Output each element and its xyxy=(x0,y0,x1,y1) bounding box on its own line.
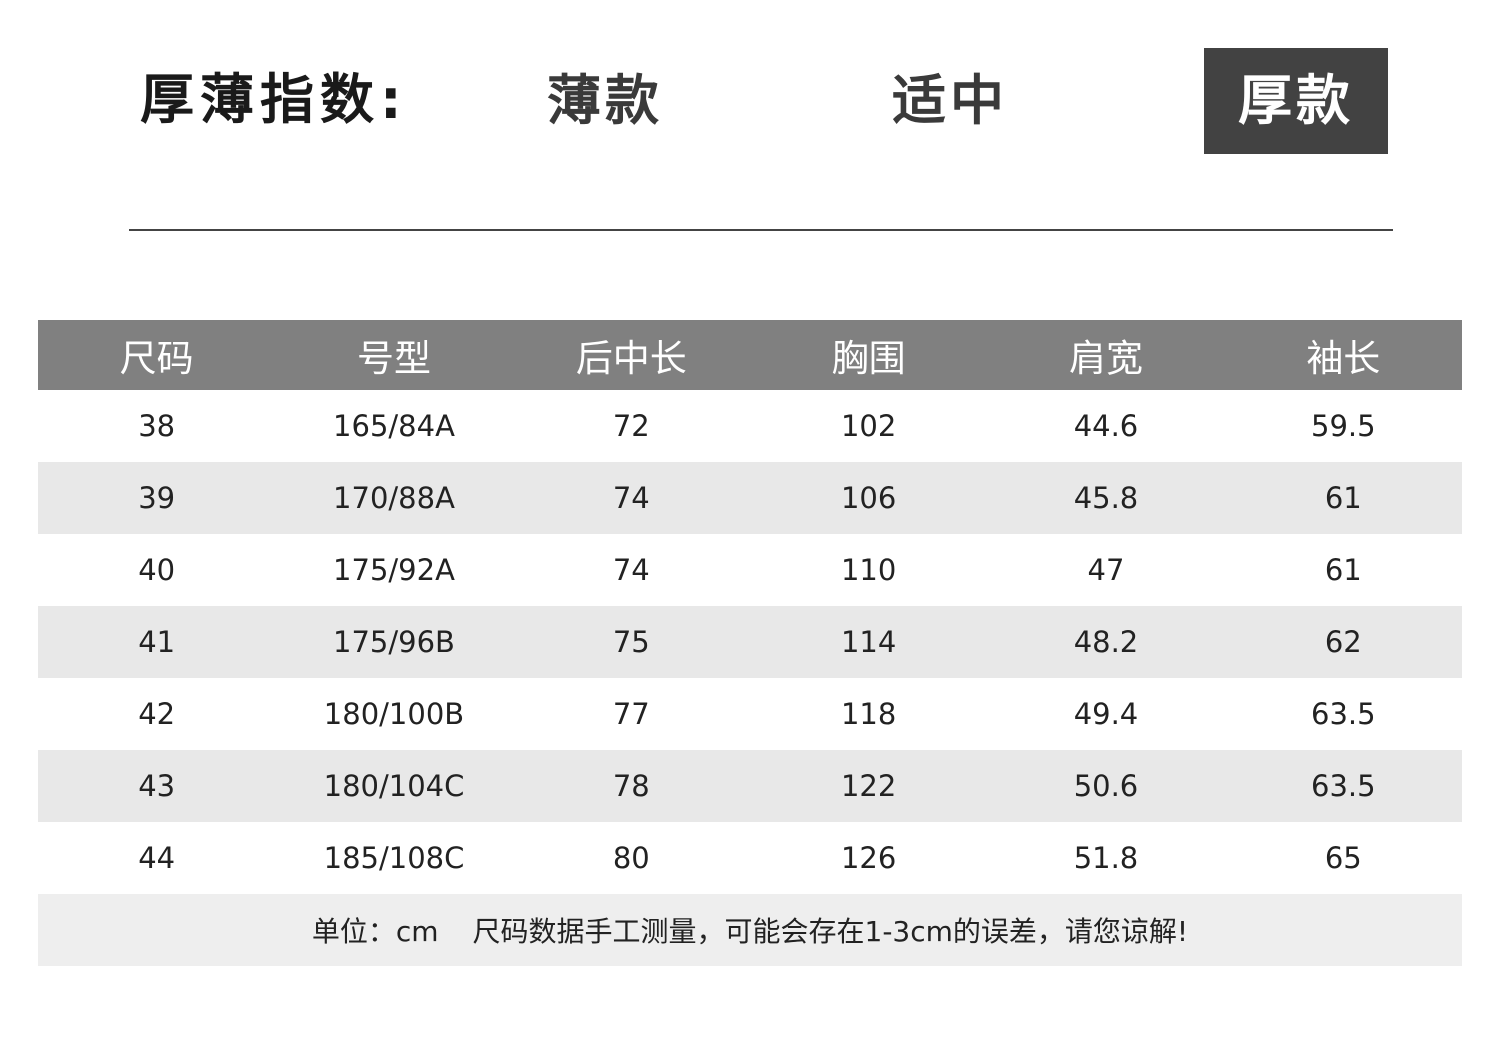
cell-size: 43 xyxy=(38,750,276,822)
cell-sleeve: 62 xyxy=(1224,606,1462,678)
cell-shoulder: 50.6 xyxy=(987,750,1225,822)
table-row: 38 165/84A 72 102 44.6 59.5 xyxy=(38,390,1462,462)
thickness-option-medium: 适中 xyxy=(892,69,1008,132)
header-sleeve: 袖长 xyxy=(1224,320,1462,390)
unit-label: 单位：cm xyxy=(311,915,439,948)
cell-size: 44 xyxy=(38,822,276,894)
thickness-index: 厚薄指数: 薄款 适中 厚款 xyxy=(0,48,1500,154)
table-row: 41 175/96B 75 114 48.2 62 xyxy=(38,606,1462,678)
measurement-disclaimer: 尺码数据手工测量，可能会存在1-3cm的误差，请您谅解! xyxy=(472,915,1189,948)
cell-shoulder: 49.4 xyxy=(987,678,1225,750)
cell-back-length: 77 xyxy=(512,678,750,750)
cell-fit-code: 175/96B xyxy=(275,606,513,678)
cell-size: 41 xyxy=(38,606,276,678)
cell-fit-code: 175/92A xyxy=(275,534,513,606)
size-chart-table: 尺码 号型 后中长 胸围 肩宽 袖长 38 165/84A 72 102 44.… xyxy=(38,320,1462,966)
cell-size: 39 xyxy=(38,462,276,534)
cell-fit-code: 165/84A xyxy=(275,390,513,462)
cell-size: 38 xyxy=(38,390,276,462)
header-back-length: 后中长 xyxy=(512,320,750,390)
table-row: 42 180/100B 77 118 49.4 63.5 xyxy=(38,678,1462,750)
header-size: 尺码 xyxy=(38,320,276,390)
measurement-note: 单位：cm 尺码数据手工测量，可能会存在1-3cm的误差，请您谅解! xyxy=(38,894,1462,966)
cell-fit-code: 185/108C xyxy=(275,822,513,894)
cell-shoulder: 48.2 xyxy=(987,606,1225,678)
cell-size: 40 xyxy=(38,534,276,606)
cell-chest: 118 xyxy=(749,678,988,750)
cell-fit-code: 180/100B xyxy=(275,678,513,750)
cell-sleeve: 61 xyxy=(1224,462,1462,534)
cell-chest: 110 xyxy=(749,534,988,606)
cell-sleeve: 63.5 xyxy=(1224,750,1462,822)
cell-fit-code: 170/88A xyxy=(275,462,513,534)
table-row: 40 175/92A 74 110 47 61 xyxy=(38,534,1462,606)
table-header-row: 尺码 号型 后中长 胸围 肩宽 袖长 xyxy=(38,320,1462,390)
divider-line xyxy=(129,229,1393,231)
table-row: 44 185/108C 80 126 51.8 65 xyxy=(38,822,1462,894)
cell-back-length: 80 xyxy=(512,822,750,894)
cell-back-length: 72 xyxy=(512,390,750,462)
measurement-note-row: 单位：cm 尺码数据手工测量，可能会存在1-3cm的误差，请您谅解! xyxy=(38,894,1462,966)
table-row: 43 180/104C 78 122 50.6 63.5 xyxy=(38,750,1462,822)
cell-shoulder: 44.6 xyxy=(987,390,1225,462)
thickness-option-thin: 薄款 xyxy=(547,69,663,132)
cell-back-length: 78 xyxy=(512,750,750,822)
thickness-option-thick-selected: 厚款 xyxy=(1204,48,1388,154)
cell-chest: 114 xyxy=(749,606,988,678)
header-fit-code: 号型 xyxy=(275,320,513,390)
cell-sleeve: 59.5 xyxy=(1224,390,1462,462)
cell-shoulder: 51.8 xyxy=(987,822,1225,894)
header-shoulder: 肩宽 xyxy=(987,320,1225,390)
cell-back-length: 75 xyxy=(512,606,750,678)
thickness-label: 厚薄指数: xyxy=(140,68,408,131)
cell-fit-code: 180/104C xyxy=(275,750,513,822)
cell-chest: 126 xyxy=(749,822,988,894)
cell-size: 42 xyxy=(38,678,276,750)
cell-chest: 106 xyxy=(749,462,988,534)
cell-chest: 102 xyxy=(749,390,988,462)
header-chest: 胸围 xyxy=(749,320,988,390)
cell-shoulder: 47 xyxy=(987,534,1225,606)
cell-back-length: 74 xyxy=(512,534,750,606)
cell-chest: 122 xyxy=(749,750,988,822)
cell-sleeve: 63.5 xyxy=(1224,678,1462,750)
table-row: 39 170/88A 74 106 45.8 61 xyxy=(38,462,1462,534)
cell-back-length: 74 xyxy=(512,462,750,534)
cell-sleeve: 65 xyxy=(1224,822,1462,894)
cell-sleeve: 61 xyxy=(1224,534,1462,606)
cell-shoulder: 45.8 xyxy=(987,462,1225,534)
